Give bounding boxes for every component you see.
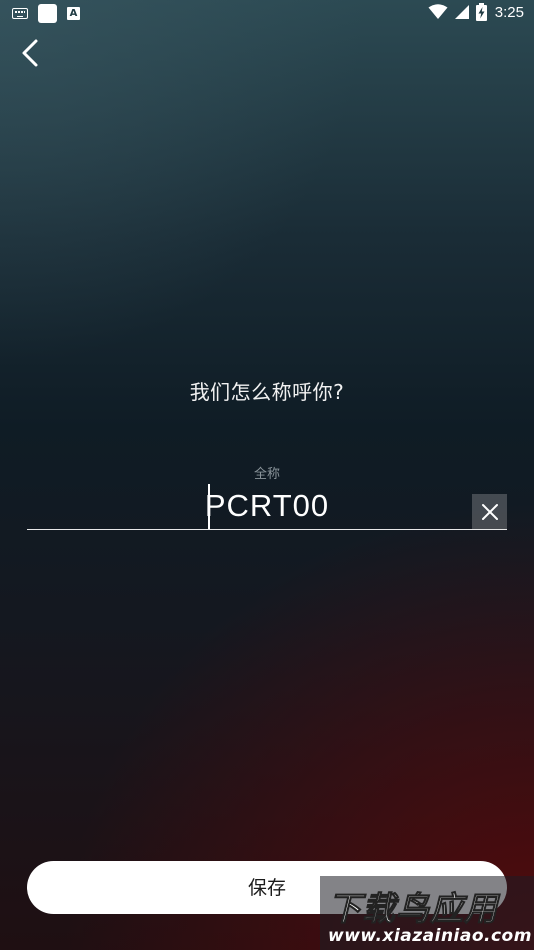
status-time: 3:25: [494, 3, 524, 21]
text-caret: [208, 484, 210, 529]
name-input[interactable]: [27, 484, 467, 528]
clear-button[interactable]: [472, 494, 507, 529]
status-bar-right: 3:25: [428, 3, 524, 21]
keyboard-icon: [12, 8, 28, 19]
name-field-label: 全称: [253, 467, 280, 482]
wifi-icon: [428, 4, 448, 19]
watermark-brand: 下载鸟应用: [328, 889, 498, 929]
back-button[interactable]: [14, 36, 50, 72]
close-icon: [481, 503, 498, 520]
watermark-url: www.xiazainiao.com: [328, 926, 532, 946]
signal-icon: [454, 5, 469, 19]
battery-charging-icon: [475, 3, 487, 21]
page-title: 我们怎么称呼你?: [189, 380, 345, 404]
status-bar: A 3:25: [0, 0, 534, 28]
chevron-left-icon: [22, 39, 38, 67]
a-app-icon: A: [67, 7, 80, 20]
name-field: [27, 484, 507, 530]
status-bar-left: A: [12, 4, 80, 23]
notification-square-icon: [38, 4, 57, 23]
watermark: 下载鸟应用 www.xiazainiao.com: [320, 876, 534, 950]
